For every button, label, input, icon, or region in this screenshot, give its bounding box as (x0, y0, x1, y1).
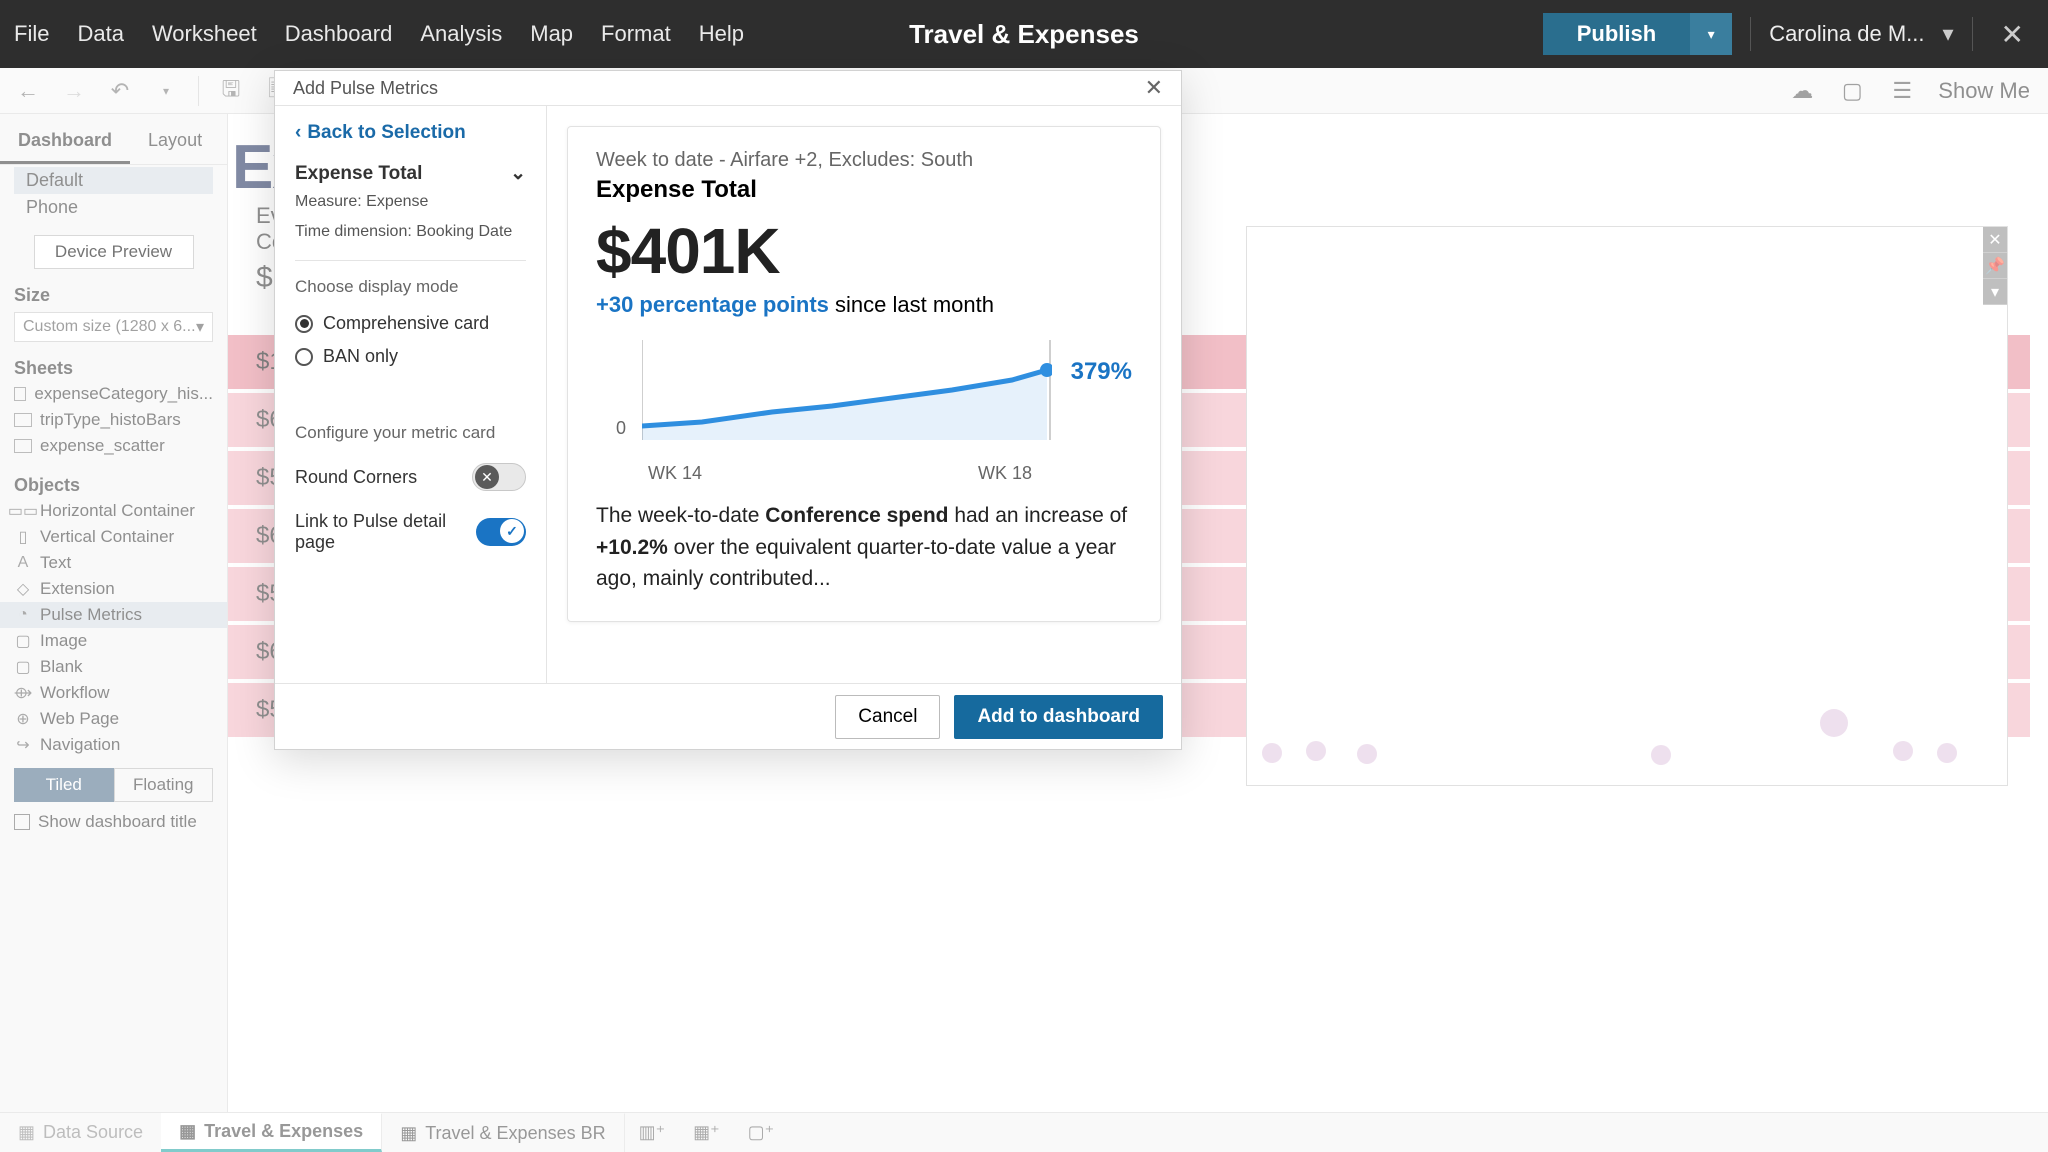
chevron-down-icon: ⌄ (510, 162, 526, 185)
y-axis-zero: 0 (616, 418, 626, 439)
metric-preview-card: Week to date - Airfare +2, Excludes: Sou… (567, 126, 1161, 622)
user-caret-icon[interactable]: ▾ (1942, 21, 1953, 47)
sparkline-end-value: 379% (1071, 358, 1132, 386)
user-menu[interactable]: Carolina de M... (1769, 21, 1924, 47)
time-dimension-label: Time dimension: Booking Date (295, 219, 526, 245)
menu-file[interactable]: File (14, 21, 49, 47)
back-link-label: Back to Selection (307, 122, 465, 144)
menu-analysis[interactable]: Analysis (420, 21, 502, 47)
menu-format[interactable]: Format (601, 21, 671, 47)
card-metric-name: Expense Total (596, 176, 1132, 204)
x-axis-right: WK 18 (978, 463, 1032, 484)
sparkline-chart: 0 379% WK 14 WK 18 (596, 340, 1132, 480)
measure-label: Measure: Expense (295, 189, 526, 215)
radio-icon (295, 348, 313, 366)
publish-button[interactable]: Publish (1543, 13, 1690, 55)
cancel-button[interactable]: Cancel (835, 695, 940, 739)
workbook-title: Travel & Expenses (909, 19, 1139, 50)
menu-help[interactable]: Help (699, 21, 744, 47)
radio-label: BAN only (323, 346, 398, 367)
metric-name: Expense Total (295, 163, 422, 185)
card-subtitle: Week to date - Airfare +2, Excludes: Sou… (596, 149, 1132, 172)
add-to-dashboard-button[interactable]: Add to dashboard (954, 695, 1163, 739)
delta-suffix: since last month (829, 292, 994, 317)
insight-text: The week-to-date Conference spend had an… (596, 500, 1132, 595)
radio-ban-only[interactable]: BAN only (295, 340, 526, 373)
delta-value: +30 percentage points (596, 292, 829, 317)
chevron-left-icon: ‹ (295, 122, 301, 144)
card-delta: +30 percentage points since last month (596, 292, 1132, 318)
menubar-items: File Data Worksheet Dashboard Analysis M… (14, 21, 744, 47)
radio-label: Comprehensive card (323, 313, 489, 334)
close-app-icon[interactable]: ✕ (1991, 18, 2034, 51)
radio-comprehensive[interactable]: Comprehensive card (295, 307, 526, 340)
close-icon[interactable]: ✕ (1145, 75, 1163, 101)
round-corners-toggle[interactable]: ✕ (472, 463, 526, 491)
app-menubar: File Data Worksheet Dashboard Analysis M… (0, 0, 2048, 68)
round-corners-label: Round Corners (295, 467, 417, 488)
x-axis-left: WK 14 (648, 463, 702, 484)
menu-worksheet[interactable]: Worksheet (152, 21, 257, 47)
metric-picker[interactable]: Expense Total ⌄ (295, 162, 526, 185)
menu-map[interactable]: Map (530, 21, 573, 47)
link-pulse-toggle[interactable]: ✓ (476, 518, 526, 546)
back-to-selection-link[interactable]: ‹ Back to Selection (295, 122, 526, 144)
modal-config-panel: ‹ Back to Selection Expense Total ⌄ Meas… (275, 106, 547, 683)
add-pulse-metrics-modal: Add Pulse Metrics ✕ ‹ Back to Selection … (274, 70, 1182, 750)
card-big-value: $401K (596, 214, 1132, 288)
menu-data[interactable]: Data (77, 21, 123, 47)
publish-caret-icon[interactable]: ▾ (1690, 13, 1732, 55)
display-mode-label: Choose display mode (295, 277, 526, 297)
sparkline-svg (642, 340, 1052, 450)
publish-split-button[interactable]: Publish ▾ (1543, 13, 1732, 55)
configure-label: Configure your metric card (295, 423, 526, 443)
radio-icon (295, 315, 313, 333)
modal-title: Add Pulse Metrics (293, 78, 438, 99)
link-pulse-label: Link to Pulse detail page (295, 511, 476, 553)
modal-preview-panel: Week to date - Airfare +2, Excludes: Sou… (547, 106, 1181, 683)
menu-dashboard[interactable]: Dashboard (285, 21, 393, 47)
